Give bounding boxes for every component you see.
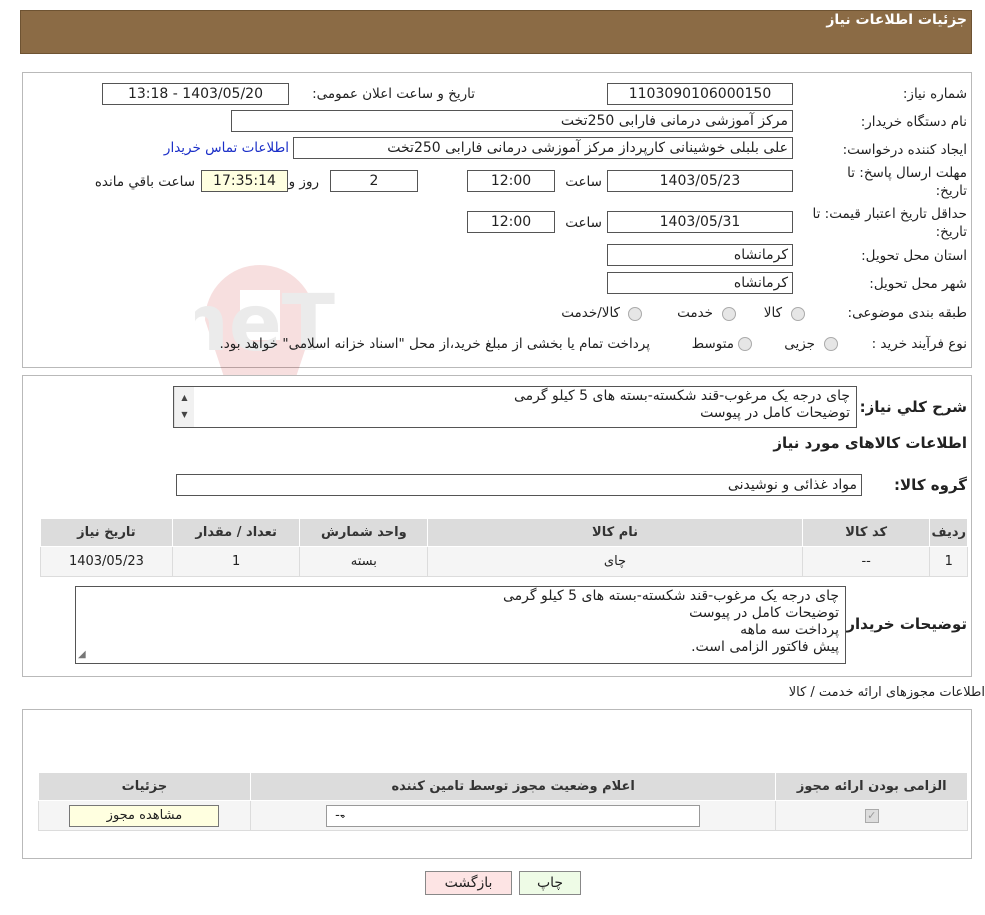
general-description-textarea[interactable]: چای درجه یک مرغوب-قند شکسته-بسته های 5 ک… <box>173 386 857 428</box>
general-description-label: شرح کلي نياز: <box>859 398 967 416</box>
days-label: روز و <box>288 174 319 190</box>
permit-status-select[interactable]: -- ⌄ <box>326 804 701 827</box>
general-description-line: توضیحات کامل در پیوست <box>700 405 850 421</box>
province-field: کرمانشاه <box>607 244 793 266</box>
resize-handle-icon[interactable]: ◢ <box>78 646 86 663</box>
col-header-permit-status: اعلام وضعیت مجوز توسط تامین کننده <box>249 772 777 801</box>
validity-date-field: 1403/05/31 <box>607 211 793 233</box>
deadline-time-field: 12:00 <box>467 170 555 192</box>
deadline-time-label: ساعت <box>565 174 602 190</box>
table-row: ✓ -- ⌄ مشاهده مجوز <box>38 800 968 831</box>
announce-label: تاریخ و ساعت اعلان عمومی: <box>312 86 475 102</box>
goods-group-field: مواد غذائی و نوشیدنی <box>176 474 862 496</box>
process-payment-note: پرداخت تمام یا بخشی از مبلغ خرید،از محل … <box>219 336 650 352</box>
cell-permit-required: ✓ <box>775 800 968 831</box>
category-label: طبقه بندی موضوعی: <box>847 305 967 321</box>
page-title: جزئیات اطلاعات نیاز <box>826 12 967 28</box>
view-permit-button[interactable]: مشاهده مجوز <box>69 804 220 827</box>
general-description-line: چای درجه یک مرغوب-قند شکسته-بسته های 5 ک… <box>513 388 850 404</box>
validity-time-field: 12:00 <box>467 211 555 233</box>
buyer-notes-line: چای درجه یک مرغوب-قند شکسته-بسته های 5 ک… <box>502 588 839 604</box>
permits-table: الزامی بودن ارائه مجوز اعلام وضعیت مجوز … <box>38 772 968 831</box>
textarea-scrollbar[interactable]: ▲ ▼ <box>174 387 194 427</box>
buyer-notes-line: توضیحات کامل در پیوست <box>689 605 839 621</box>
remaining-time-label: ساعت باقي مانده <box>94 174 195 190</box>
buyer-notes-textarea[interactable]: چای درجه یک مرغوب-قند شکسته-بسته های 5 ک… <box>75 586 846 664</box>
col-header-goods-code: کد کالا <box>801 518 931 547</box>
process-radio-minor[interactable] <box>824 337 838 351</box>
permits-title: اطلاعات مجوزهای ارائه خدمت / کالا <box>788 685 985 700</box>
need-number-label: شماره نیاز: <box>902 86 967 102</box>
permits-header-row: الزامی بودن ارائه مجوز اعلام وضعیت مجوز … <box>38 772 968 801</box>
col-header-permit-details: جزئیات <box>38 772 251 801</box>
validity-time-label: ساعت <box>565 215 602 231</box>
buyer-contact-link[interactable]: اطلاعات تماس خریدار <box>164 140 289 156</box>
creator-field: علی بلبلی خوشینانی کارپرداز مرکز آموزشی … <box>293 137 793 159</box>
category-option-service: خدمت <box>677 305 713 321</box>
category-radio-service[interactable] <box>722 307 736 321</box>
goods-table-header-row: ردیف کد کالا نام کالا واحد شمارش تعداد /… <box>40 518 968 547</box>
col-header-goods-name: نام کالا <box>427 518 803 547</box>
validity-label-line2: تاریخ: <box>935 224 967 240</box>
permit-required-checkbox[interactable]: ✓ <box>864 809 879 823</box>
buyer-org-label: نام دستگاه خریدار: <box>860 114 967 130</box>
back-button[interactable]: بازگشت <box>425 871 512 895</box>
process-label: نوع فرآیند خرید : <box>871 336 967 352</box>
need-number-field: 1103090106000150 <box>607 83 793 105</box>
deadline-label-line2: تاریخ: <box>935 183 967 199</box>
chevron-down-icon: ⌄ <box>338 809 348 821</box>
goods-info-title: اطلاعات کالاهای مورد نیاز <box>773 434 967 452</box>
cell-row-number: 1 <box>929 546 968 577</box>
process-option-minor: جزیی <box>784 336 815 352</box>
cell-goods-name: چای <box>427 546 803 577</box>
deadline-label-line1: مهلت ارسال پاسخ: تا <box>847 165 967 181</box>
cell-permit-details: مشاهده مجوز <box>38 800 251 831</box>
table-row: 1 -- چای بسته 1 1403/05/23 <box>40 546 968 577</box>
buyer-notes-line: پیش فاکتور الزامی است. <box>691 639 839 655</box>
cell-quantity: 1 <box>171 546 301 577</box>
cell-need-date: 1403/05/23 <box>40 546 173 577</box>
cell-permit-status: -- ⌄ <box>249 800 777 831</box>
remaining-time-field: 17:35:14 <box>201 170 288 192</box>
category-radio-goods-service[interactable] <box>628 307 642 321</box>
col-header-need-date: تاریخ نیاز <box>40 518 173 547</box>
goods-table: ردیف کد کالا نام کالا واحد شمارش تعداد /… <box>40 518 968 577</box>
goods-group-label: گروه کالا: <box>894 476 967 494</box>
buyer-notes-line: پرداخت سه ماهه <box>740 622 839 638</box>
col-header-unit: واحد شمارش <box>299 518 429 547</box>
province-label: استان محل تحویل: <box>861 248 967 264</box>
cell-goods-code: -- <box>801 546 931 577</box>
process-option-medium: متوسط <box>691 336 734 352</box>
col-header-row-number: ردیف <box>929 518 968 547</box>
announce-datetime-field: 1403/05/20 - 13:18 <box>102 83 289 105</box>
validity-label-line1: حداقل تاریخ اعتبار قیمت: تا <box>812 206 967 222</box>
process-radio-medium[interactable] <box>738 337 752 351</box>
category-option-goods-service: کالا/خدمت <box>561 305 620 321</box>
col-header-permit-required: الزامی بودن ارائه مجوز <box>775 772 968 801</box>
scroll-arrows-icon: ▲ ▼ <box>181 393 188 419</box>
creator-label: ایجاد کننده درخواست: <box>842 142 967 158</box>
col-header-quantity: تعداد / مقدار <box>171 518 301 547</box>
buyer-notes-label: توضیحات خریدار: <box>840 615 967 633</box>
print-button[interactable]: چاپ <box>519 871 581 895</box>
category-radio-goods[interactable] <box>791 307 805 321</box>
days-remaining-field: 2 <box>330 170 418 192</box>
city-field: کرمانشاه <box>607 272 793 294</box>
category-option-goods: کالا <box>763 305 782 321</box>
city-label: شهر محل تحویل: <box>869 276 967 292</box>
buyer-org-field: مرکز آموزشی درمانی فارابی 250تخت <box>231 110 793 132</box>
cell-unit: بسته <box>299 546 429 577</box>
deadline-date-field: 1403/05/23 <box>607 170 793 192</box>
